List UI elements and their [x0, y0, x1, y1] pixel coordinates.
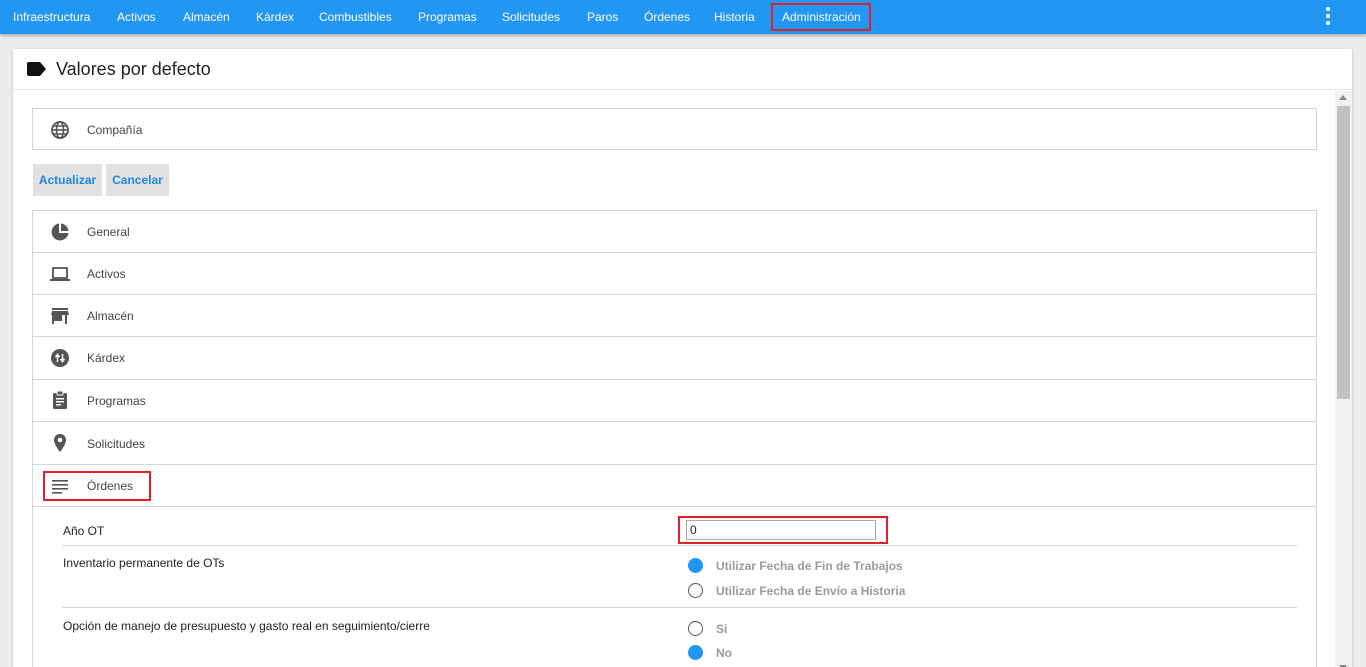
pie-chart-icon — [51, 223, 69, 241]
swap-icon — [51, 349, 69, 367]
highlight-box-ordenes — [43, 471, 151, 501]
nav-item-historia[interactable]: Historia — [714, 0, 755, 34]
radio-presupuesto-si-label: Si — [716, 622, 728, 636]
presupuesto-label: Opción de manejo de presupuesto y gasto … — [63, 619, 430, 633]
section-almacen-label: Almacén — [87, 309, 134, 323]
nav-item-paros[interactable]: Paros — [587, 0, 618, 34]
section-kardex-label: Kárdex — [87, 351, 126, 365]
section-general[interactable]: General — [33, 211, 1316, 253]
section-activos[interactable]: Activos — [33, 253, 1316, 295]
nav-item-activos[interactable]: Activos — [117, 0, 156, 34]
company-label: Compañía — [87, 123, 143, 137]
highlight-box-anio-ot — [678, 516, 888, 544]
sections-list: General Activos Almacén Kárdex Programas… — [32, 210, 1317, 667]
laptop-icon — [50, 267, 70, 281]
location-pin-icon — [54, 434, 66, 452]
radio-presupuesto-no[interactable] — [688, 645, 703, 660]
section-programas-label: Programas — [87, 394, 146, 408]
top-navbar: Infraestructura Activos Almacén Kárdex C… — [0, 0, 1366, 34]
radio-fecha-envio-historia[interactable] — [688, 583, 703, 598]
section-solicitudes-label: Solicitudes — [87, 437, 146, 451]
section-activos-label: Activos — [87, 267, 126, 281]
radio-fecha-envio-historia-label: Utilizar Fecha de Envío a Historia — [716, 584, 906, 598]
scroll-up-arrow[interactable] — [1339, 95, 1347, 100]
clipboard-icon — [53, 390, 67, 409]
page-title: Valores por defecto — [56, 59, 211, 79]
section-almacen[interactable]: Almacén — [33, 295, 1316, 337]
section-kardex[interactable]: Kárdex — [33, 337, 1316, 380]
update-button[interactable]: Actualizar — [33, 164, 102, 196]
section-solicitudes[interactable]: Solicitudes — [33, 422, 1316, 465]
anio-ot-label: Año OT — [63, 524, 105, 538]
nav-item-solicitudes[interactable]: Solicitudes — [502, 0, 560, 34]
nav-item-programas[interactable]: Programas — [418, 0, 477, 34]
card-header: Valores por defecto — [13, 49, 1352, 90]
section-general-label: General — [87, 225, 130, 239]
radio-fecha-fin-trabajos-label: Utilizar Fecha de Fin de Trabajos — [716, 559, 903, 573]
scrollbar-thumb[interactable] — [1337, 106, 1350, 399]
section-programas[interactable]: Programas — [33, 380, 1316, 422]
globe-icon — [51, 121, 69, 139]
nav-item-combustibles[interactable]: Combustibles — [319, 0, 392, 34]
vertical-scrollbar[interactable] — [1335, 91, 1352, 667]
defaults-card: Valores por defecto Compañía Actualizar … — [13, 49, 1352, 667]
section-ordenes[interactable]: Órdenes — [33, 465, 1316, 507]
store-icon — [51, 308, 69, 324]
label-icon — [27, 62, 46, 76]
nav-item-almacen[interactable]: Almacén — [183, 0, 230, 34]
radio-fecha-fin-trabajos[interactable] — [688, 558, 703, 573]
radio-presupuesto-no-label: No — [716, 646, 732, 660]
divider — [62, 607, 1297, 608]
divider — [62, 545, 1297, 546]
more-vert-icon[interactable] — [1324, 6, 1332, 26]
nav-item-infraestructura[interactable]: Infraestructura — [13, 0, 90, 34]
inventario-label: Inventario permanente de OTs — [63, 556, 225, 570]
highlight-box-administracion — [771, 3, 871, 31]
company-selector[interactable]: Compañía — [32, 108, 1317, 150]
radio-presupuesto-si[interactable] — [688, 621, 703, 636]
nav-item-ordenes[interactable]: Órdenes — [644, 0, 690, 34]
nav-item-kardex[interactable]: Kárdex — [256, 0, 294, 34]
cancel-button[interactable]: Cancelar — [106, 164, 169, 196]
